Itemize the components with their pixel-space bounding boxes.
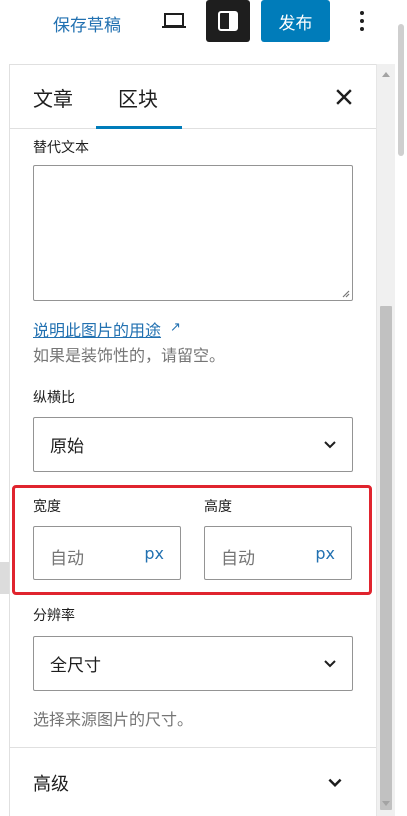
- resize-grip-icon[interactable]: [340, 288, 350, 298]
- tab-post[interactable]: 文章: [33, 65, 73, 129]
- preview-button[interactable]: [152, 0, 196, 42]
- editor-canvas-edge: [0, 64, 10, 816]
- aspect-ratio-value: 原始: [50, 437, 84, 457]
- width-unit: px: [144, 544, 164, 563]
- save-draft-button[interactable]: 保存草稿: [53, 11, 121, 36]
- height-input[interactable]: 自动 px: [204, 526, 352, 580]
- scroll-down-arrow-icon[interactable]: [381, 800, 391, 808]
- height-unit: px: [315, 544, 335, 563]
- outer-scrollbar-thumb[interactable]: [398, 24, 404, 156]
- height-placeholder: 自动: [221, 549, 255, 569]
- settings-sidebar-icon: [218, 11, 238, 31]
- scroll-up-arrow-icon[interactable]: [381, 70, 391, 78]
- resolution-value: 全尺寸: [50, 656, 101, 676]
- publish-button[interactable]: 发布: [261, 0, 330, 42]
- aspect-ratio-label: 纵横比: [33, 390, 75, 406]
- external-link-icon: ↗: [170, 320, 181, 335]
- more-options-button[interactable]: [340, 0, 384, 42]
- advanced-section-toggle[interactable]: 高级: [10, 748, 376, 816]
- scrollbar-thumb[interactable]: [380, 306, 392, 810]
- chevron-down-icon: [324, 660, 336, 668]
- alt-text-help: 如果是装饰性的，请留空。: [33, 346, 226, 365]
- canvas-scroll-marker: [0, 562, 9, 594]
- panel-tabs: 文章 区块: [10, 65, 376, 129]
- width-placeholder: 自动: [50, 549, 84, 569]
- preview-icon: [162, 13, 186, 28]
- height-label: 高度: [204, 499, 232, 515]
- tab-block[interactable]: 区块: [118, 65, 158, 129]
- width-input[interactable]: 自动 px: [33, 526, 181, 580]
- aspect-ratio-select[interactable]: 原始: [33, 417, 353, 472]
- resolution-help: 选择来源图片的尺寸。: [33, 710, 194, 729]
- panel-scrollbar[interactable]: [376, 64, 395, 816]
- settings-button[interactable]: [206, 0, 250, 42]
- active-tab-indicator: [96, 126, 182, 129]
- block-settings-panel: 文章 区块 替代文本 说明此图片的用途 ↗ 如果是装饰性的，请留空。 纵横比 原…: [10, 64, 376, 816]
- alt-text-textarea[interactable]: [33, 165, 353, 301]
- resolution-label: 分辨率: [33, 608, 75, 624]
- alt-text-label: 替代文本: [33, 140, 89, 156]
- more-options-icon: [360, 11, 364, 31]
- window-edge: [395, 0, 407, 816]
- alt-text-help-link[interactable]: 说明此图片的用途: [33, 317, 161, 341]
- editor-toolbar: 保存草稿 发布: [0, 0, 407, 64]
- resolution-select[interactable]: 全尺寸: [33, 636, 353, 691]
- width-label: 宽度: [33, 499, 61, 515]
- chevron-down-icon: [328, 778, 342, 788]
- close-icon: [336, 89, 352, 105]
- close-panel-button[interactable]: [328, 81, 360, 113]
- chevron-down-icon: [324, 441, 336, 449]
- advanced-title: 高级: [33, 774, 69, 795]
